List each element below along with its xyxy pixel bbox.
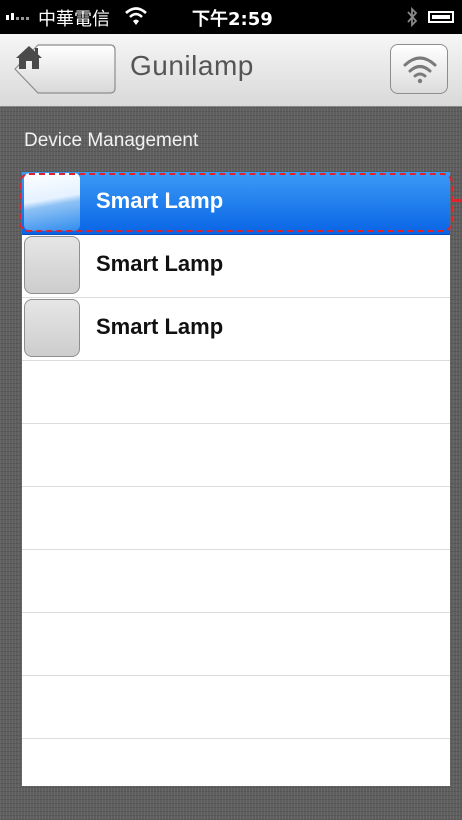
wifi-button[interactable] — [390, 44, 448, 94]
device-thumbnail — [24, 236, 80, 294]
empty-row — [22, 613, 450, 676]
empty-row — [22, 550, 450, 613]
battery-icon — [428, 11, 454, 23]
page-title: Gunilamp — [130, 50, 254, 81]
home-icon — [16, 46, 42, 69]
empty-row — [22, 676, 450, 739]
home-back-button[interactable] — [14, 44, 116, 94]
signal-strength-icon — [6, 13, 29, 20]
device-thumbnail — [24, 299, 80, 357]
highlight-pointer-line — [452, 199, 462, 202]
empty-row — [22, 424, 450, 487]
wifi-icon — [403, 56, 437, 84]
empty-row — [22, 361, 450, 424]
device-row[interactable]: Smart Lamp — [22, 235, 450, 298]
status-time: 下午2:59 — [192, 9, 273, 30]
carrier-name: 中華電信 — [38, 9, 110, 30]
device-label: Smart Lamp — [96, 314, 224, 339]
wifi-status-icon — [125, 7, 147, 25]
navigation-bar: Gunilamp — [0, 34, 462, 107]
selection-highlight-box — [19, 173, 453, 232]
device-label: Smart Lamp — [96, 251, 224, 276]
bluetooth-icon — [407, 6, 418, 28]
empty-row — [22, 487, 450, 550]
device-row[interactable]: Smart Lamp — [22, 298, 450, 361]
device-list: Smart Lamp Smart Lamp Smart Lamp — [22, 172, 450, 786]
section-header: Device Management — [24, 130, 199, 151]
status-bar: 中華電信 下午2:59 — [0, 0, 462, 34]
